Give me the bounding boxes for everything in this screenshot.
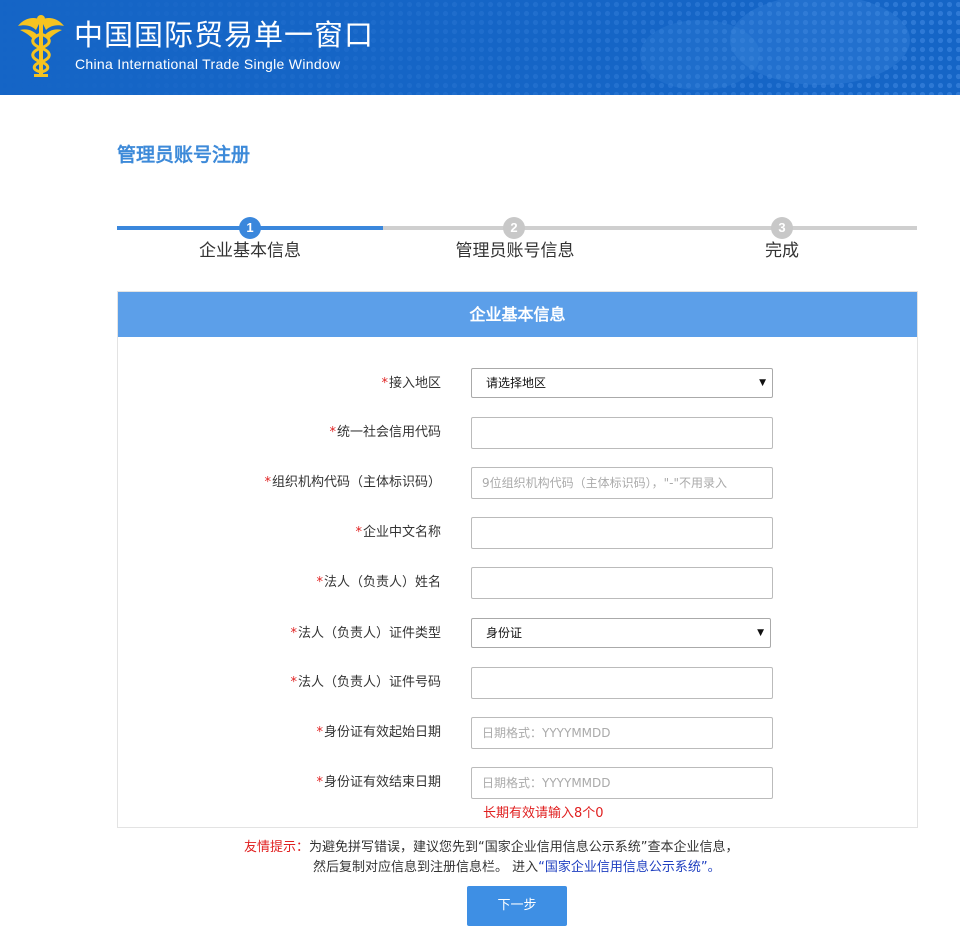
id-type-select[interactable]: 身份证 ▼ [471,618,771,648]
org-code-input[interactable]: 9位组织机构代码（主体标识码），"-"不用录入 [471,467,773,499]
id-number-label: *法人（负责人）证件号码 [290,675,441,690]
form-row-id-start-date: *身份证有效起始日期 日期格式：YYYYMMDD [118,717,917,749]
dropdown-arrow-icon: ▼ [757,628,764,638]
credit-code-label: *统一社会信用代码 [329,425,441,440]
id-end-date-input[interactable]: 日期格式：YYYYMMDD [471,767,773,799]
registration-steps: 1 2 3 企业基本信息 管理员账号信息 完成 [117,214,917,274]
site-header: 中国国际贸易单一窗口 China International Trade Sin… [0,0,960,95]
dropdown-arrow-icon: ▼ [759,378,766,388]
id-start-date-label: *身份证有效起始日期 [316,725,441,740]
id-type-select-value: 身份证 [486,626,523,640]
company-info-panel: 企业基本信息 *接入地区 请选择地区 ▼ *统一社会信用代码 *组织机构代码（主… [117,291,918,828]
company-name-label: *企业中文名称 [355,525,441,540]
customs-emblem-icon [18,15,64,77]
form-row-legal-name: *法人（负责人）姓名 [118,567,917,599]
page-title: 管理员账号注册 [117,144,251,166]
required-mark: * [381,376,388,391]
end-date-hint: 长期有效请输入8个0 [483,806,604,821]
org-code-label: *组织机构代码（主体标识码） [264,475,441,490]
form-row-org-code: *组织机构代码（主体标识码） 9位组织机构代码（主体标识码），"-"不用录入 [118,467,917,499]
form-row-credit-code: *统一社会信用代码 [118,417,917,449]
form-row-region: *接入地区 请选择地区 ▼ [118,368,917,400]
form-row-id-type: *法人（负责人）证件类型 身份证 ▼ [118,618,917,650]
form-row-id-end-date: *身份证有效结束日期 日期格式：YYYYMMDD [118,767,917,799]
tip-text-2: 然后复制对应信息到注册信息栏。 进入 [313,860,539,875]
step-2-number: 2 [503,217,525,239]
panel-title: 企业基本信息 [118,292,917,337]
tip-line-1: 友情提示：为避免拼写错误，建议您先到“国家企业信用信息公示系统”查本企业信息， [244,839,739,857]
id-start-date-input[interactable]: 日期格式：YYYYMMDD [471,717,773,749]
tip-prefix: 友情提示： [244,840,310,855]
step-progress-line-2 [383,226,917,230]
tip-line-2: 然后复制对应信息到注册信息栏。 进入“国家企业信用信息公示系统”。 [313,859,721,877]
tip-text-1: 为避免拼写错误，建议您先到“国家企业信用信息公示系统”查本企业信息， [309,840,739,855]
step-2-label: 管理员账号信息 [455,241,575,261]
credit-system-link[interactable]: “国家企业信用信息公示系统”。 [538,860,720,875]
legal-name-label: *法人（负责人）姓名 [316,575,441,590]
step-1-label: 企业基本信息 [199,241,301,261]
form-row-company-name: *企业中文名称 [118,517,917,549]
legal-name-input[interactable] [471,567,773,599]
credit-code-input[interactable] [471,417,773,449]
site-title: 中国国际贸易单一窗口 [74,18,375,52]
step-3-number: 3 [771,217,793,239]
step-1-number: 1 [239,217,261,239]
form-row-id-number: *法人（负责人）证件号码 [118,667,917,699]
next-step-button[interactable]: 下一步 [467,886,567,926]
region-label: *接入地区 [381,376,441,391]
step-3-label: 完成 [765,241,799,261]
region-select[interactable]: 请选择地区 ▼ [471,368,773,398]
company-name-input[interactable] [471,517,773,549]
site-subtitle: China International Trade Single Window [75,56,341,72]
id-type-label: *法人（负责人）证件类型 [290,626,441,641]
id-end-date-label: *身份证有效结束日期 [316,775,441,790]
region-select-value: 请选择地区 [486,376,547,390]
id-number-input[interactable] [471,667,773,699]
